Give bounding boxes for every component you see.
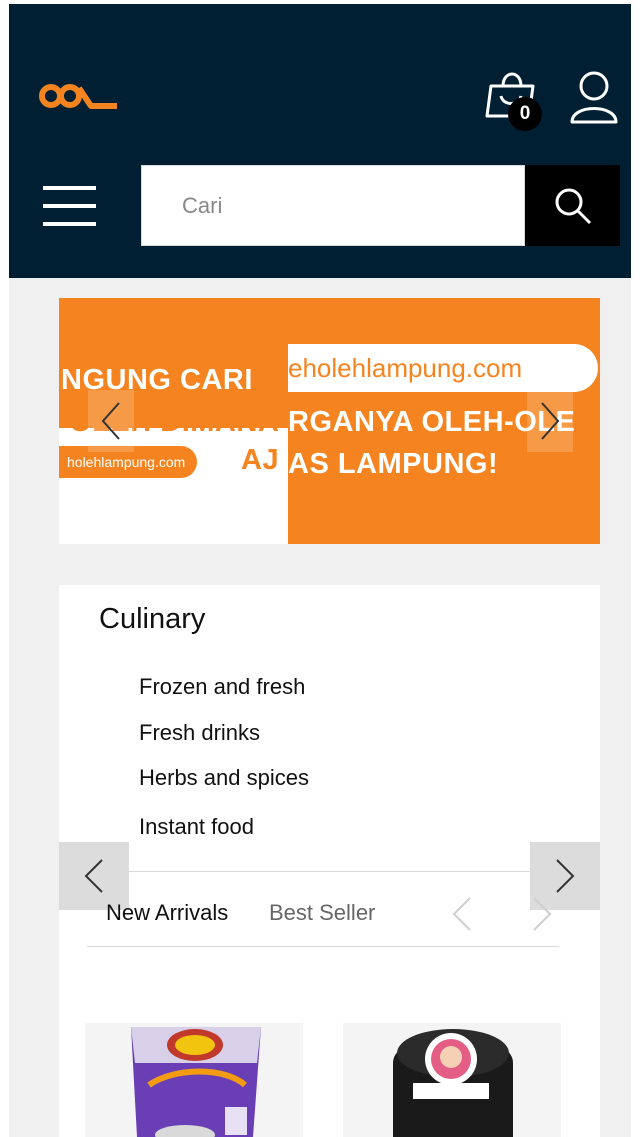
search-field	[141, 165, 525, 246]
category-item-drinks[interactable]: Fresh drinks	[139, 720, 260, 746]
banner-next-button[interactable]	[527, 390, 573, 452]
chevron-left-icon	[452, 897, 471, 931]
search-input[interactable]	[142, 166, 524, 245]
category-item-frozen[interactable]: Frozen and fresh	[139, 674, 305, 700]
chevron-right-icon	[533, 897, 552, 931]
user-icon[interactable]	[566, 68, 622, 124]
menu-icon[interactable]	[43, 186, 96, 226]
cart-count-badge: 0	[508, 97, 542, 131]
category-item-herbs[interactable]: Herbs and spices	[139, 765, 309, 791]
search-button[interactable]	[525, 165, 620, 246]
category-item-instant[interactable]: Instant food	[139, 814, 254, 840]
banner-prev-button[interactable]	[88, 390, 134, 452]
chevron-right-icon	[556, 859, 575, 893]
category-title: Culinary	[99, 603, 206, 635]
tab-best-seller[interactable]: Best Seller	[269, 900, 375, 926]
logo-icon[interactable]	[39, 82, 119, 112]
chevron-left-icon	[101, 402, 120, 440]
divider	[59, 871, 600, 872]
product-image-2[interactable]	[343, 1023, 561, 1137]
search-icon	[555, 188, 591, 224]
banner-right-url-pill: eholehlampung.com	[288, 344, 598, 392]
tab-new-arrivals[interactable]: New Arrivals	[106, 900, 228, 926]
promo-banner[interactable]: NGUNG CARI -OLEH DIMANA holehlampung.com…	[59, 298, 600, 544]
banner-left-line3: AJ	[241, 444, 280, 476]
tab-prev-button[interactable]	[448, 893, 476, 935]
banner-right-line2: AS LAMPUNG!	[288, 448, 499, 480]
chevron-right-icon	[541, 402, 560, 440]
tab-divider	[87, 946, 559, 947]
product-image-1[interactable]	[85, 1023, 303, 1137]
tab-next-button[interactable]	[528, 893, 556, 935]
chevron-left-icon	[84, 859, 103, 893]
